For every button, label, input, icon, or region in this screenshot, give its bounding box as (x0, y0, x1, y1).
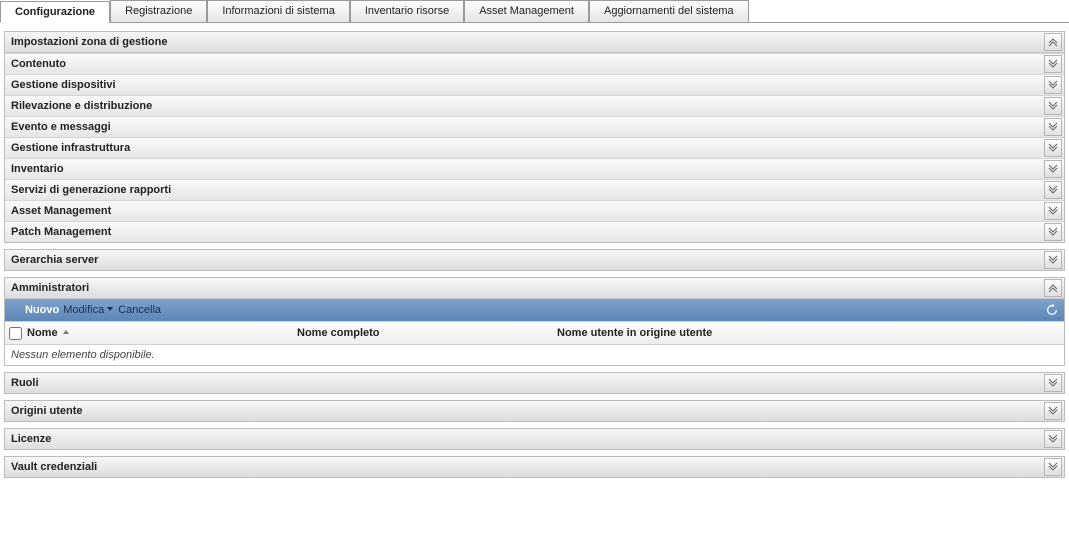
expand-icon[interactable] (1044, 55, 1062, 73)
column-name[interactable]: Nome (27, 327, 297, 339)
server-hierarchy-panel: Gerarchia server (4, 249, 1065, 271)
roles-header[interactable]: Ruoli (5, 373, 1064, 393)
administrators-columns: Nome Nome completo Nome utente in origin… (5, 321, 1064, 345)
licenses-title: Licenze (11, 433, 1042, 445)
tab-inventario-risorse[interactable]: Inventario risorse (350, 0, 464, 22)
delete-button[interactable]: Cancella (118, 304, 161, 316)
expand-icon[interactable] (1044, 251, 1062, 269)
tab-configurazione[interactable]: Configurazione (0, 1, 110, 23)
administrators-toolbar: Nuovo Modifica Cancella (5, 299, 1064, 321)
zone-item[interactable]: Servizi di generazione rapporti (5, 179, 1064, 200)
server-hierarchy-header[interactable]: Gerarchia server (5, 250, 1064, 270)
expand-icon[interactable] (1044, 139, 1062, 157)
zone-item[interactable]: Rilevazione e distribuzione (5, 95, 1064, 116)
expand-icon[interactable] (1044, 181, 1062, 199)
main-tabs: Configurazione Registrazione Informazion… (0, 0, 1069, 23)
server-hierarchy-title: Gerarchia server (11, 254, 1042, 266)
column-name-label: Nome (27, 327, 58, 339)
zone-item[interactable]: Gestione dispositivi (5, 74, 1064, 95)
roles-title: Ruoli (11, 377, 1042, 389)
zone-item[interactable]: Contenuto (5, 53, 1064, 74)
zone-settings-title: Impostazioni zona di gestione (11, 36, 1042, 48)
expand-icon[interactable] (1044, 118, 1062, 136)
expand-icon[interactable] (1044, 202, 1062, 220)
zone-settings-header[interactable]: Impostazioni zona di gestione (5, 32, 1064, 53)
zone-item-label: Evento e messaggi (11, 121, 1042, 133)
dropdown-icon (106, 304, 114, 316)
edit-button[interactable]: Modifica (63, 304, 114, 316)
tab-informazioni-sistema[interactable]: Informazioni di sistema (207, 0, 350, 22)
collapse-icon[interactable] (1044, 33, 1062, 51)
credential-vault-title: Vault credenziali (11, 461, 1042, 473)
administrators-header[interactable]: Amministratori (5, 278, 1064, 299)
expand-icon[interactable] (1044, 76, 1062, 94)
new-button[interactable]: Nuovo (25, 304, 59, 316)
zone-item-label: Rilevazione e distribuzione (11, 100, 1042, 112)
roles-panel: Ruoli (4, 372, 1065, 394)
zone-item-label: Patch Management (11, 226, 1042, 238)
user-sources-panel: Origini utente (4, 400, 1065, 422)
credential-vault-panel: Vault credenziali (4, 456, 1065, 478)
tab-aggiornamenti-sistema[interactable]: Aggiornamenti del sistema (589, 0, 749, 22)
column-user-source[interactable]: Nome utente in origine utente (557, 327, 1060, 339)
expand-icon[interactable] (1044, 430, 1062, 448)
zone-item-label: Servizi di generazione rapporti (11, 184, 1042, 196)
zone-item-label: Inventario (11, 163, 1042, 175)
zone-item[interactable]: Asset Management (5, 200, 1064, 221)
tab-content: Impostazioni zona di gestione Contenuto … (0, 23, 1069, 484)
select-all-checkbox[interactable] (9, 327, 27, 340)
zone-item-label: Asset Management (11, 205, 1042, 217)
zone-item-label: Gestione infrastruttura (11, 142, 1042, 154)
zone-item[interactable]: Gestione infrastruttura (5, 137, 1064, 158)
user-sources-title: Origini utente (11, 405, 1042, 417)
zone-item[interactable]: Inventario (5, 158, 1064, 179)
credential-vault-header[interactable]: Vault credenziali (5, 457, 1064, 477)
expand-icon[interactable] (1044, 458, 1062, 476)
expand-icon[interactable] (1044, 97, 1062, 115)
licenses-header[interactable]: Licenze (5, 429, 1064, 449)
column-full-name[interactable]: Nome completo (297, 327, 557, 339)
tab-asset-management[interactable]: Asset Management (464, 0, 589, 22)
expand-icon[interactable] (1044, 374, 1062, 392)
zone-item-label: Contenuto (11, 58, 1042, 70)
sort-asc-icon (62, 327, 70, 339)
collapse-icon[interactable] (1044, 279, 1062, 297)
zone-item[interactable]: Evento e messaggi (5, 116, 1064, 137)
licenses-panel: Licenze (4, 428, 1065, 450)
zone-settings-panel: Impostazioni zona di gestione Contenuto … (4, 31, 1065, 243)
refresh-icon[interactable] (1044, 302, 1060, 318)
empty-message: Nessun elemento disponibile. (5, 345, 1064, 365)
expand-icon[interactable] (1044, 402, 1062, 420)
edit-button-label: Modifica (63, 304, 104, 316)
zone-item[interactable]: Patch Management (5, 221, 1064, 242)
expand-icon[interactable] (1044, 160, 1062, 178)
administrators-panel: Amministratori Nuovo Modifica Cancella N… (4, 277, 1065, 366)
expand-icon[interactable] (1044, 223, 1062, 241)
user-sources-header[interactable]: Origini utente (5, 401, 1064, 421)
tab-registrazione[interactable]: Registrazione (110, 0, 207, 22)
zone-item-label: Gestione dispositivi (11, 79, 1042, 91)
administrators-title: Amministratori (11, 282, 1042, 294)
